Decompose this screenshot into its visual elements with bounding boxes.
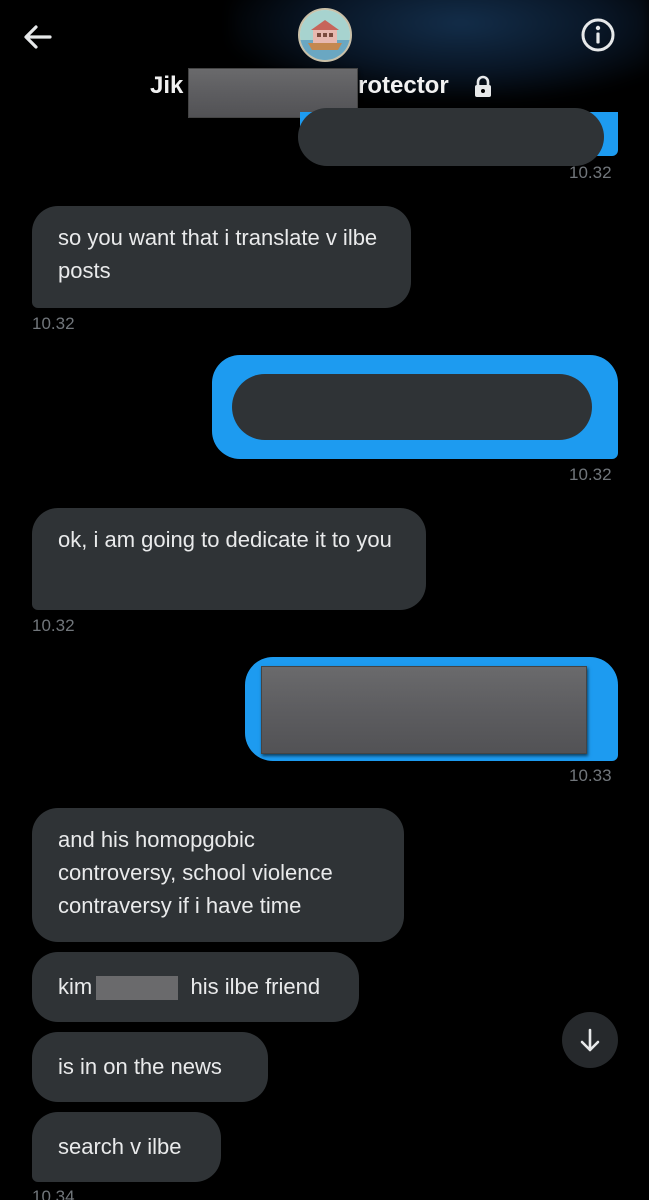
incoming-message-bubble[interactable]: ok, i am going to dedicate it to you xyxy=(32,508,426,610)
redaction-box xyxy=(96,976,178,1000)
redaction-box xyxy=(232,374,592,440)
lock-icon xyxy=(473,75,493,99)
redaction-box xyxy=(261,666,587,754)
message-text: and his homopgobic controversy, school v… xyxy=(58,827,333,918)
message-timestamp: 10.32 xyxy=(569,163,612,182)
avatar[interactable] xyxy=(298,8,352,62)
arrow-down-icon xyxy=(580,1028,600,1052)
message-timestamp: 10.34 xyxy=(32,1187,75,1200)
message-text: search v ilbe xyxy=(58,1134,182,1159)
incoming-message-bubble[interactable]: so you want that i translate v ilbe post… xyxy=(32,206,411,308)
message-text-suffix: his ilbe friend xyxy=(190,974,321,999)
message-text-prefix: kim xyxy=(58,974,93,999)
message-text: is in on the news xyxy=(58,1054,222,1079)
scroll-to-bottom-button[interactable] xyxy=(562,1012,618,1068)
message-text: so you want that i translate v ilbe post… xyxy=(58,225,378,283)
message-timestamp: 10.32 xyxy=(32,314,75,333)
message-timestamp: 10.32 xyxy=(569,465,612,484)
incoming-message-bubble[interactable]: search v ilbe xyxy=(32,1112,221,1182)
name-suffix: rotector xyxy=(358,72,449,99)
message-timestamp: 10.33 xyxy=(569,766,612,785)
arrow-left-icon[interactable] xyxy=(20,19,56,55)
incoming-message-bubble[interactable]: is in on the news xyxy=(32,1032,268,1102)
redaction-box xyxy=(298,108,604,166)
dm-conversation-screen: Jik rotector 10.32 so you want that i tr… xyxy=(0,0,649,1200)
message-text: ok, i am going to dedicate it to you xyxy=(58,527,392,552)
incoming-message-bubble[interactable]: kim his ilbe friend xyxy=(32,952,359,1022)
incoming-message-bubble[interactable]: and his homopgobic controversy, school v… xyxy=(32,808,404,942)
message-timestamp: 10.32 xyxy=(32,616,75,635)
name-prefix: Jik xyxy=(150,72,184,99)
info-icon[interactable] xyxy=(578,15,618,55)
